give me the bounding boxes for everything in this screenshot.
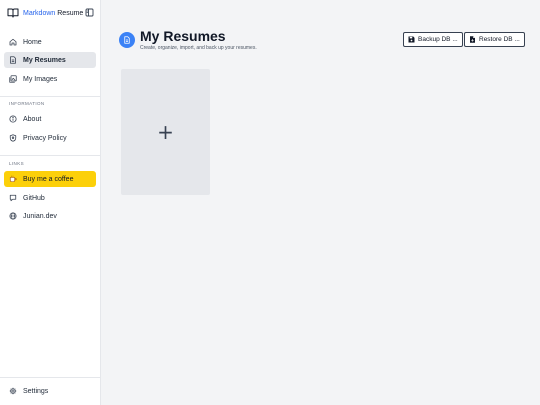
sidebar-item-label: About	[23, 115, 42, 123]
document-icon	[123, 36, 131, 44]
brand-name-rest: Resume	[55, 9, 84, 17]
github-icon	[9, 194, 17, 202]
brand-name: Markdown Resume	[23, 10, 83, 17]
brand[interactable]: Markdown Resume	[7, 7, 83, 19]
home-icon	[9, 38, 17, 46]
page-header-icon	[119, 32, 135, 48]
plus-icon: +	[157, 120, 174, 144]
images-icon	[9, 75, 17, 83]
sidebar-item-about[interactable]: About	[4, 111, 96, 127]
sidebar-item-label: GitHub	[23, 194, 45, 202]
collapse-sidebar-button[interactable]	[85, 8, 94, 17]
sidebar-item-github[interactable]: GitHub	[4, 190, 96, 206]
info-icon	[9, 115, 17, 123]
sidebar-item-junian-dev[interactable]: Junian.dev	[4, 208, 96, 224]
sidebar-item-buy-me-a-coffee[interactable]: Buy me a coffee	[4, 171, 96, 187]
sidebar-item-label: Buy me a coffee	[23, 175, 74, 183]
sidebar-item-settings[interactable]: Settings	[4, 383, 96, 399]
main-content: My Resumes Create, organize, import, and…	[101, 0, 540, 405]
brand-name-accent: Markdown	[23, 9, 56, 17]
page-subtitle: Create, organize, import, and back up yo…	[140, 45, 257, 51]
section-label-information: INFORMATION	[9, 101, 45, 106]
page-title: My Resumes	[140, 28, 226, 44]
new-resume-card[interactable]: +	[121, 69, 210, 195]
sidebar-item-label: Settings	[23, 387, 49, 395]
document-icon	[9, 56, 17, 64]
sidebar-item-label: Junian.dev	[23, 212, 57, 220]
sidebar-toggle-icon	[85, 8, 94, 17]
sidebar-item-my-resumes[interactable]: My Resumes	[4, 52, 96, 68]
backup-db-button[interactable]: Backup DB ...	[403, 32, 463, 47]
gear-icon	[9, 387, 17, 395]
book-icon	[7, 8, 19, 18]
sidebar-item-label: Privacy Policy	[23, 134, 67, 142]
save-icon	[408, 36, 415, 43]
globe-icon	[9, 212, 17, 220]
restore-db-button[interactable]: Restore DB ...	[464, 32, 525, 47]
sidebar-item-label: Home	[23, 38, 42, 46]
sidebar-item-my-images[interactable]: My Images	[4, 71, 96, 87]
sidebar-divider	[0, 96, 101, 97]
sidebar-divider	[0, 155, 101, 156]
file-import-icon	[469, 36, 476, 43]
sidebar-divider	[0, 377, 101, 378]
sidebar: Markdown Resume Home My Resumes My Image…	[0, 0, 101, 405]
section-label-links: LINKS	[9, 161, 25, 166]
restore-db-label: Restore DB ...	[479, 36, 520, 43]
sidebar-item-label: My Images	[23, 75, 58, 83]
sidebar-item-privacy-policy[interactable]: Privacy Policy	[4, 130, 96, 146]
shield-icon	[9, 134, 17, 142]
sidebar-item-label: My Resumes	[23, 56, 66, 64]
sidebar-item-home[interactable]: Home	[4, 34, 96, 50]
coffee-icon	[9, 175, 17, 183]
backup-db-label: Backup DB ...	[418, 36, 458, 43]
